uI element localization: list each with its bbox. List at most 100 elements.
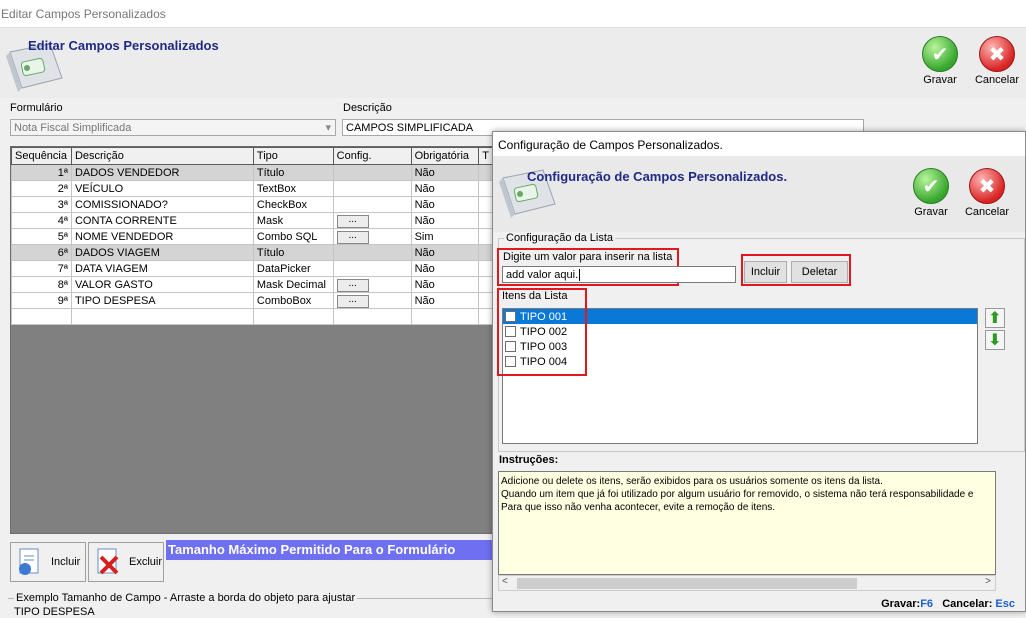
cell-description[interactable]: VALOR GASTO [70,276,254,293]
dialog-save-button[interactable]: ✔ Gravar [905,168,957,218]
cell-type[interactable]: TextBox [252,180,334,197]
cell-required[interactable]: Não [410,180,480,197]
table-row[interactable]: 8ª VALOR GASTO Mask Decimal... Não [11,276,493,293]
table-row[interactable]: 5ª NOME VENDEDOR Combo SQL... Sim [11,228,493,245]
cell-extra[interactable] [478,244,493,261]
move-up-icon[interactable]: ⬆ [985,308,1005,328]
deletar-item-button[interactable]: Deletar [791,261,848,283]
cell-required[interactable]: Não [410,164,480,181]
instructions-box[interactable]: Adicione ou delete os itens, serão exibi… [498,471,996,575]
col-header[interactable]: Config. [332,147,412,165]
cell-type[interactable]: Título [252,244,334,261]
fields-grid[interactable]: Sequência Descrição Tipo Config. Obrigat… [10,146,494,534]
cell-sequence[interactable]: 9ª [11,292,72,309]
cell-config[interactable]: ... [332,292,412,309]
cell-empty[interactable] [70,308,254,325]
cell-config[interactable]: ... [332,212,412,229]
incluir-button[interactable]: Incluir [10,542,86,582]
cell-config[interactable] [332,180,412,197]
cell-sequence[interactable]: 7ª [11,260,72,277]
list-value-input[interactable]: add valor aqui. [502,266,736,283]
cell-extra[interactable] [478,276,493,293]
table-row[interactable]: 3ª COMISSIONADO? CheckBox Não [11,196,493,213]
config-button[interactable]: ... [336,279,369,292]
cell-type[interactable]: Mask Decimal [252,276,334,293]
cell-extra[interactable] [478,196,493,213]
cell-description[interactable]: DADOS VIAGEM [70,244,254,261]
scroll-left-icon[interactable]: < [502,576,508,587]
cell-type[interactable]: DataPicker [252,260,334,277]
col-header[interactable]: Descrição [70,147,254,165]
cell-description[interactable]: TIPO DESPESA [70,292,254,309]
cell-empty[interactable] [478,308,493,325]
excluir-button[interactable]: Excluir [88,542,164,582]
cell-empty[interactable] [11,308,72,325]
cell-config[interactable] [332,244,412,261]
col-header[interactable]: T [478,147,493,165]
cell-empty[interactable] [252,308,334,325]
cell-config[interactable] [332,260,412,277]
table-row[interactable]: 1ª DADOS VENDEDOR Título Não [11,164,493,181]
example-field[interactable]: TIPO DESPESA [14,606,95,618]
cell-extra[interactable] [478,164,493,181]
cell-required[interactable]: Não [410,292,480,309]
table-row[interactable]: 4ª CONTA CORRENTE Mask... Não [11,212,493,229]
dialog-cancel-button[interactable]: ✖ Cancelar [959,168,1015,218]
cell-required[interactable]: Não [410,260,480,277]
cell-required[interactable]: Não [410,196,480,213]
cell-sequence[interactable]: 4ª [11,212,72,229]
col-header[interactable]: Obrigatória [410,147,480,165]
cell-required[interactable]: Não [410,212,480,229]
cell-extra[interactable] [478,228,493,245]
cell-sequence[interactable]: 1ª [11,164,72,181]
max-size-bar[interactable]: Tamanho Máximo Permitido Para o Formulár… [166,540,496,560]
cell-config[interactable]: ... [332,276,412,293]
config-button[interactable]: ... [336,231,369,244]
cell-description[interactable]: DADOS VENDEDOR [70,164,254,181]
cancel-button[interactable]: ✖ Cancelar [970,36,1024,86]
cell-empty[interactable] [410,308,480,325]
cell-extra[interactable] [478,260,493,277]
formulario-select[interactable]: Nota Fiscal Simplificada ▾ [10,119,336,136]
cell-description[interactable]: CONTA CORRENTE [70,212,254,229]
table-row[interactable]: 2ª VEÍCULO TextBox Não [11,180,493,197]
cell-description[interactable]: NOME VENDEDOR [70,228,254,245]
cell-description[interactable]: DATA VIAGEM [70,260,254,277]
cell-required[interactable]: Sim [410,228,480,245]
table-row[interactable]: 6ª DADOS VIAGEM Título Não [11,244,493,261]
cell-type[interactable]: ComboBox [252,292,334,309]
cell-type[interactable]: CheckBox [252,196,334,213]
cell-config[interactable] [332,196,412,213]
cell-config[interactable]: ... [332,228,412,245]
config-button[interactable]: ... [336,215,369,228]
cell-type[interactable]: Mask [252,212,334,229]
horizontal-scrollbar[interactable]: < > [498,575,996,591]
cell-type[interactable]: Combo SQL [252,228,334,245]
cell-required[interactable]: Não [410,244,480,261]
save-button[interactable]: ✔ Gravar [914,36,966,86]
cell-empty[interactable] [332,308,412,325]
incluir-item-button[interactable]: Incluir [744,261,787,283]
cell-config[interactable] [332,164,412,181]
cell-sequence[interactable]: 5ª [11,228,72,245]
col-header[interactable]: Sequência [11,147,72,165]
table-row[interactable]: 9ª TIPO DESPESA ComboBox... Não [11,292,493,309]
cell-extra[interactable] [478,212,493,229]
scroll-thumb[interactable] [517,578,857,589]
cell-extra[interactable] [478,292,493,309]
move-down-icon[interactable]: ⬇ [985,330,1005,350]
table-row[interactable]: 7ª DATA VIAGEM DataPicker Não [11,260,493,277]
cell-sequence[interactable]: 3ª [11,196,72,213]
scroll-right-icon[interactable]: > [985,576,991,587]
cell-type[interactable]: Título [252,164,334,181]
cell-description[interactable]: VEÍCULO [70,180,254,197]
table-row-empty[interactable] [11,308,493,325]
col-header[interactable]: Tipo [252,147,334,165]
cell-sequence[interactable]: 6ª [11,244,72,261]
config-button[interactable]: ... [336,295,369,308]
cell-sequence[interactable]: 2ª [11,180,72,197]
cell-extra[interactable] [478,180,493,197]
cell-description[interactable]: COMISSIONADO? [70,196,254,213]
cell-sequence[interactable]: 8ª [11,276,72,293]
cell-required[interactable]: Não [410,276,480,293]
